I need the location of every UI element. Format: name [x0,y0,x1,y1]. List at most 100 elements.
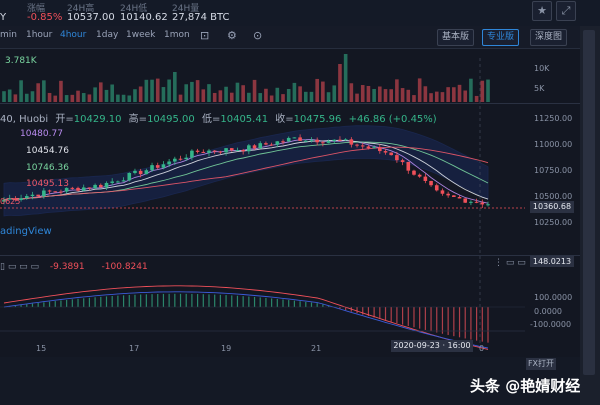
screenshot-icon[interactable]: ⊙ [253,29,262,42]
volume-bar [184,84,189,102]
candle-body [161,164,166,168]
candle-body [178,158,183,160]
volume-bar [24,93,29,102]
timeframe-1week[interactable]: 1week [126,30,155,40]
ma-value-3: 10746.36 [26,163,69,173]
timeframe-1hour[interactable]: 1hour [26,30,52,40]
candle-body [434,185,439,191]
view-basic-button[interactable]: 基本版 [437,29,475,46]
candle-body [241,149,245,152]
view-pro-button[interactable]: 专业版 [482,29,520,46]
tradingview-watermark: adingView [0,226,52,237]
volume-bar [395,79,399,102]
candle-body [87,187,92,189]
timeframe-1day[interactable]: 1day [96,30,118,40]
timeframe-min[interactable]: min [0,30,17,40]
timeframe-1mon[interactable]: 1mon [164,30,190,40]
symbol-label: 40, Huobi [0,114,49,125]
candle-body [440,190,445,194]
view-depth-button[interactable]: 深度图 [530,29,568,46]
volume-bar [298,86,302,102]
crosshair-time-label: 2020-09-23 · 16:00 [391,340,473,352]
volume-bar [99,82,103,102]
volume-bar [303,91,308,102]
chart-type-icon[interactable]: ⊡ [200,29,209,42]
macd-value-2: -100.8241 [101,262,148,272]
volume-bar [161,87,166,102]
candle-body [195,150,200,152]
candle-body [24,196,29,199]
volume-bar [463,90,468,102]
volume-bar [264,88,268,102]
volume-bar [229,92,234,102]
volume-bar [332,85,337,102]
candle-body [155,165,160,168]
candle-body [378,147,382,152]
volume-bar [446,87,450,102]
timeframe-4hour[interactable]: 4hour [60,30,86,40]
volume-bar [321,81,325,102]
volume-bar [127,95,132,102]
volume-bar [87,94,92,102]
candle-body [423,176,428,181]
candle-body [207,150,211,153]
candle-body [309,139,314,141]
pane-controls-icon[interactable]: ⋮ ▭ ▭ [494,258,526,268]
volume-bar [400,88,405,102]
price-axis-10500: 10500.00 [534,192,573,201]
candle-body [395,155,399,161]
low-value: 10405.41 [220,114,269,125]
price-axis-11000: 11000.00 [534,140,573,149]
volume-bar [116,94,120,102]
candle-body [457,197,462,199]
fx-toggle-button[interactable]: FX打开 [526,358,556,370]
volume-bar [76,90,80,102]
volume-bar [13,94,18,102]
volume-bar [47,92,52,102]
volume-bar [201,89,206,102]
volume-bar [173,72,177,102]
volume-bar [121,94,126,102]
open-value: 10429.10 [73,114,122,125]
candle-body [474,201,479,203]
fullscreen-icon[interactable]: ⤢ [556,1,576,21]
candle-body [42,190,46,197]
volume-bar [480,80,485,102]
star-icon[interactable]: ★ [532,1,552,21]
ma-value-1: 10480.77 [20,129,63,139]
settings-icon[interactable]: ⚙ [227,29,237,42]
volume-bar [2,91,6,102]
candle-body [150,165,154,171]
candle-body [338,139,342,141]
chart-canvas[interactable] [0,48,580,357]
candle-body [59,191,63,193]
volume-bar [247,92,251,102]
volume-bar [286,88,291,102]
volume-bar [207,84,211,102]
x-tick-17: 17 [129,344,140,353]
candle-body [127,172,132,181]
ma-value-4: 10495.13 [26,179,69,189]
candle-body [349,139,354,145]
macd-legend: ▯ ▭ ▭ ▭ -9.3891 -100.8241 [0,262,148,272]
volume-bar [110,84,114,102]
volume-bar [406,89,411,102]
candle-body [81,187,86,191]
volume-bar [7,89,12,102]
change-value: -0.85% [27,12,63,23]
candle-body [315,139,319,143]
candle-body [480,202,485,205]
candle-body [292,137,297,139]
volume-bar [378,86,382,102]
candle-body [53,191,58,193]
high-label: 高= [128,114,148,125]
change-value: +46.86 (+0.45%) [348,114,437,125]
volume-bar [372,88,376,102]
candle-body [372,147,376,149]
page-scrollbar-thumb[interactable] [583,30,595,375]
candle-body [47,190,52,192]
pane-separator[interactable] [0,255,580,256]
low-value: 10140.62 [120,12,168,23]
macd-controls-icon[interactable]: ▯ ▭ ▭ ▭ [0,262,39,272]
volume-bar [218,90,223,102]
